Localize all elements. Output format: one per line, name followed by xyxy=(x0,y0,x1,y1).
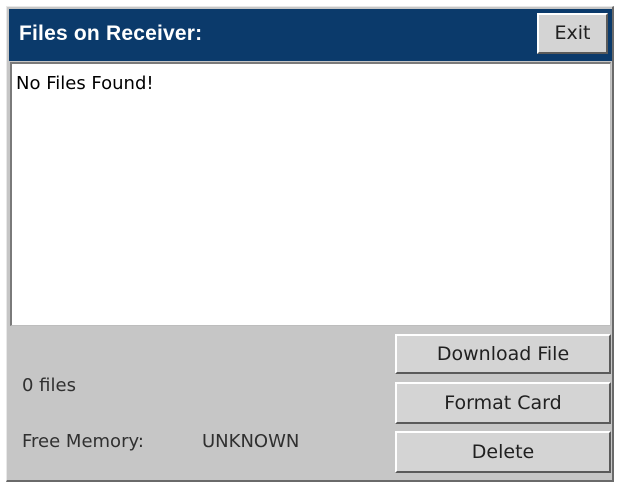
format-card-button[interactable]: Format Card xyxy=(395,382,611,424)
file-count: 0 files xyxy=(22,375,76,396)
free-memory-label: Free Memory: xyxy=(22,431,144,452)
download-file-button[interactable]: Download File xyxy=(395,334,611,374)
exit-button[interactable]: Exit xyxy=(537,13,608,54)
empty-list-message: No Files Found! xyxy=(16,73,154,94)
delete-button[interactable]: Delete xyxy=(395,431,611,473)
dialog-title: Files on Receiver: xyxy=(19,22,203,45)
file-list[interactable]: No Files Found! xyxy=(10,62,611,326)
free-memory-value: UNKNOWN xyxy=(202,431,300,452)
title-bar: Files on Receiver: xyxy=(9,9,612,61)
